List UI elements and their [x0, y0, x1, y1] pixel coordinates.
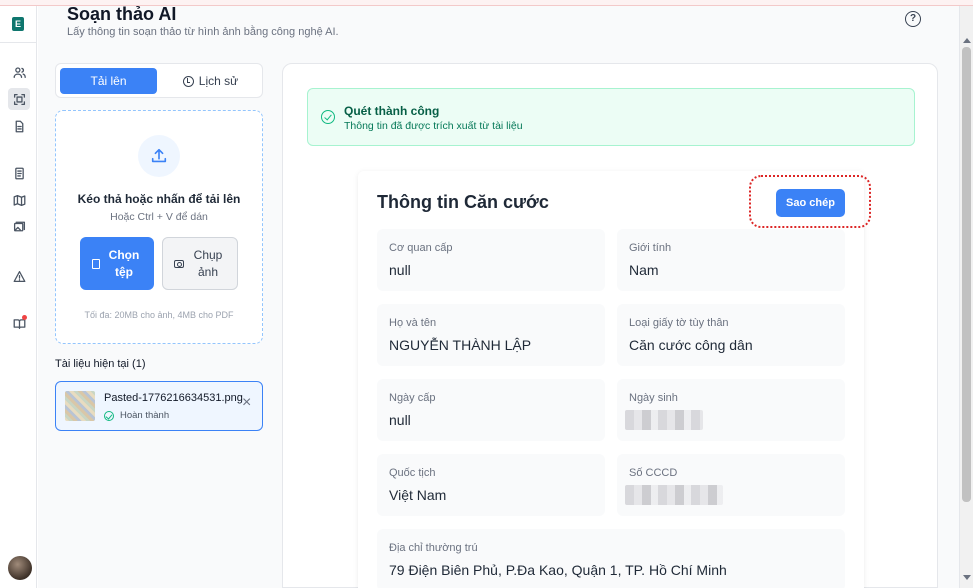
- field-value: null: [389, 262, 411, 278]
- current-docs-label: Tài liệu hiện tại (1): [55, 358, 146, 370]
- field-label: Số CCCD: [629, 467, 678, 479]
- check-circle-icon: [104, 410, 114, 421]
- notification-dot: [22, 315, 27, 320]
- page-subtitle: Lấy thông tin soạn thảo từ hình ảnh bằng…: [67, 26, 339, 38]
- field-issue-date: Ngày cấp null: [377, 379, 605, 441]
- file-icon: [92, 258, 100, 269]
- field-value: NGUYỄN THÀNH LẬP: [389, 337, 532, 353]
- file-status-text: Hoàn thành: [120, 410, 170, 421]
- field-dob: Ngày sinh: [617, 379, 845, 441]
- field-label: Địa chỉ thường trú: [389, 542, 478, 554]
- field-address: Địa chỉ thường trú 79 Điện Biên Phủ, P.Đ…: [377, 529, 845, 588]
- file-card[interactable]: Pasted-1776216634531.png Hoàn thành ×: [55, 381, 263, 431]
- field-label: Loại giấy tờ tùy thân: [629, 317, 729, 329]
- id-info-card: Thông tin Căn cước Sao chép Cơ quan cấp …: [358, 171, 871, 588]
- file-thumbnail: [65, 391, 95, 421]
- sidebar-divider: [0, 42, 37, 43]
- check-circle-icon: [321, 110, 335, 124]
- field-id-number: Số CCCD: [617, 454, 845, 516]
- tab-upload[interactable]: Tải lên: [60, 68, 157, 94]
- clock-icon: [182, 75, 194, 87]
- alert-title: Quét thành công: [344, 104, 440, 118]
- field-label: Quốc tịch: [389, 467, 436, 479]
- scrollbar[interactable]: [959, 6, 973, 588]
- field-label: Họ và tên: [389, 317, 437, 329]
- remove-file-icon[interactable]: ×: [242, 394, 251, 412]
- images-icon[interactable]: [8, 216, 30, 238]
- field-value: null: [389, 412, 411, 428]
- scan-icon[interactable]: [8, 88, 30, 110]
- camera-icon: [174, 259, 184, 268]
- field-value: Việt Nam: [389, 487, 447, 503]
- warning-icon[interactable]: [8, 265, 30, 287]
- field-gender: Giới tính Nam: [617, 229, 845, 291]
- document-icon[interactable]: [8, 115, 30, 137]
- field-issuer: Cơ quan cấp null: [377, 229, 605, 291]
- field-label: Cơ quan cấp: [389, 242, 453, 254]
- page-title: Soạn thảo AI: [67, 4, 177, 24]
- scroll-up-icon[interactable]: [963, 38, 971, 43]
- capture-photo-label: Chụp ảnh: [193, 247, 223, 279]
- alert-message: Thông tin đã được trích xuất từ tài liệu: [344, 120, 523, 132]
- dropzone-title: Kéo thả hoặc nhấn để tải lên: [77, 192, 241, 206]
- choose-file-label: Chọn tệp: [108, 247, 140, 279]
- redacted-value: [625, 410, 703, 430]
- tab-upload-label: Tải lên: [90, 74, 127, 88]
- tab-bar: Tải lên Lịch sử: [55, 63, 263, 98]
- icon-sidebar: E: [0, 6, 37, 588]
- upload-icon: [138, 135, 180, 177]
- field-value: Nam: [629, 262, 659, 278]
- tab-history[interactable]: Lịch sử: [162, 68, 259, 94]
- tab-history-label: Lịch sử: [198, 74, 239, 88]
- result-panel: Quét thành công Thông tin đã được trích …: [282, 63, 938, 588]
- success-alert: Quét thành công Thông tin đã được trích …: [307, 88, 915, 146]
- redacted-value: [625, 485, 723, 505]
- copy-button[interactable]: Sao chép: [776, 189, 845, 217]
- upload-limit-text: Tối đa: 20MB cho ảnh, 4MB cho PDF: [84, 310, 234, 320]
- main-area: Soạn thảo AI Lấy thông tin soạn thảo từ …: [38, 4, 959, 588]
- field-label: Ngày cấp: [389, 392, 436, 404]
- help-icon[interactable]: ?: [905, 11, 921, 27]
- scroll-thumb[interactable]: [962, 47, 971, 502]
- field-value: 79 Điện Biên Phủ, P.Đa Kao, Quận 1, TP. …: [389, 562, 727, 578]
- field-nationality: Quốc tịch Việt Nam: [377, 454, 605, 516]
- card-title: Thông tin Căn cước: [377, 192, 549, 212]
- file-text-icon[interactable]: [8, 162, 30, 184]
- users-icon[interactable]: [8, 61, 30, 83]
- field-label: Giới tính: [629, 242, 672, 254]
- choose-file-button[interactable]: Chọn tệp: [80, 237, 154, 290]
- dropzone-hint: Hoặc Ctrl + V để dán: [110, 211, 208, 223]
- field-label: Ngày sinh: [629, 392, 678, 404]
- file-status: Hoàn thành: [104, 410, 169, 421]
- field-fullname: Họ và tên NGUYỄN THÀNH LẬP: [377, 304, 605, 366]
- file-name: Pasted-1776216634531.png: [104, 392, 243, 404]
- field-value: Căn cước công dân: [629, 337, 753, 353]
- app-logo-icon[interactable]: E: [12, 17, 24, 31]
- book-icon[interactable]: [8, 312, 30, 334]
- avatar[interactable]: [8, 556, 32, 580]
- upload-dropzone[interactable]: Kéo thả hoặc nhấn để tải lên Hoặc Ctrl +…: [55, 110, 263, 344]
- capture-photo-button[interactable]: Chụp ảnh: [162, 237, 238, 290]
- map-icon[interactable]: [8, 189, 30, 211]
- field-doc-type: Loại giấy tờ tùy thân Căn cước công dân: [617, 304, 845, 366]
- scroll-down-icon[interactable]: [963, 575, 971, 580]
